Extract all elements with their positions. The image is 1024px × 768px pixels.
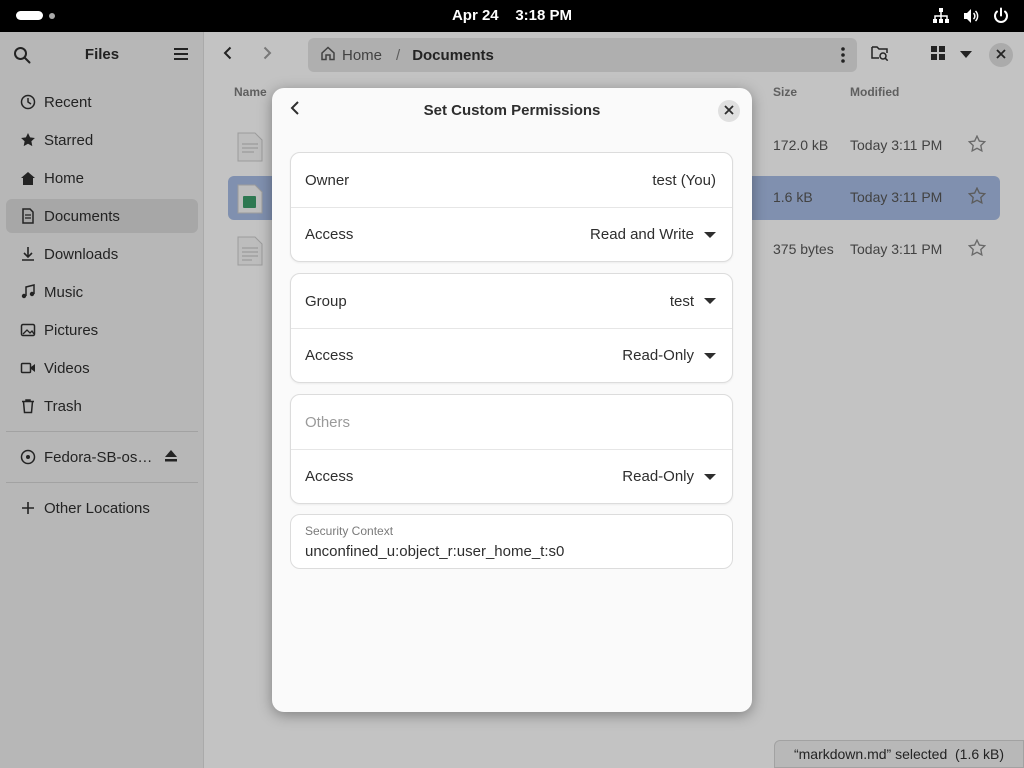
top-bar: Apr 24 3:18 PM [0, 0, 1024, 32]
others-access-row[interactable]: Access Read-Only [291, 449, 732, 503]
group-access-value: Read-Only [622, 347, 694, 364]
owner-card: Owner test (You) Access Read and Write [290, 152, 733, 262]
group-access-dropdown[interactable]: Read-Only [622, 347, 716, 364]
dropdown-arrow-icon [704, 231, 716, 238]
clock-date: Apr 24 [451, 7, 499, 24]
system-tray[interactable] [932, 7, 1010, 25]
group-dropdown[interactable]: test [670, 293, 716, 310]
security-context-label: Security Context [305, 524, 394, 538]
group-label: Group [305, 292, 347, 310]
dialog-title: Set Custom Permissions [423, 102, 601, 119]
close-dialog-button[interactable] [718, 100, 740, 122]
volume-icon [962, 7, 980, 25]
security-context-field: Security Context unconfined_u:object_r:u… [290, 514, 733, 569]
files-window: Files Recent Starred Home Documents Down… [0, 32, 1024, 768]
others-access-label: Access [305, 468, 354, 485]
dropdown-arrow-icon [704, 473, 716, 480]
group-access-label: Access [305, 347, 354, 364]
group-value: test [669, 292, 694, 310]
dropdown-arrow-icon [704, 298, 716, 304]
owner-access-row[interactable]: Access Read and Write [291, 207, 732, 261]
group-row[interactable]: Group test [291, 274, 732, 328]
permissions-dialog: Set Custom Permissions Owner test (You) … [272, 88, 752, 712]
security-context-value: unconfined_u:object_r:user_home_t:s0 [305, 543, 565, 560]
group-card: Group test Access Read-Only [290, 273, 733, 383]
clock-time: 3:18 PM [515, 7, 573, 24]
others-card: Others Access Read-Only [290, 394, 733, 504]
others-row: Others [291, 395, 732, 449]
others-access-value: Read-Only [622, 468, 694, 485]
power-icon [992, 7, 1010, 25]
close-icon [724, 102, 734, 120]
clock[interactable]: Apr 24 3:18 PM [0, 7, 1024, 24]
network-icon [932, 7, 950, 25]
owner-access-label: Access [305, 226, 354, 243]
owner-row: Owner test (You) [291, 153, 732, 207]
others-access-dropdown[interactable]: Read-Only [622, 468, 716, 485]
owner-label: Owner [305, 171, 350, 189]
others-label: Others [305, 413, 351, 431]
owner-access-dropdown[interactable]: Read and Write [590, 226, 716, 243]
group-access-row[interactable]: Access Read-Only [291, 328, 732, 382]
dropdown-arrow-icon [704, 352, 716, 359]
owner-access-value: Read and Write [590, 226, 694, 243]
owner-value: test (You) [652, 171, 716, 189]
